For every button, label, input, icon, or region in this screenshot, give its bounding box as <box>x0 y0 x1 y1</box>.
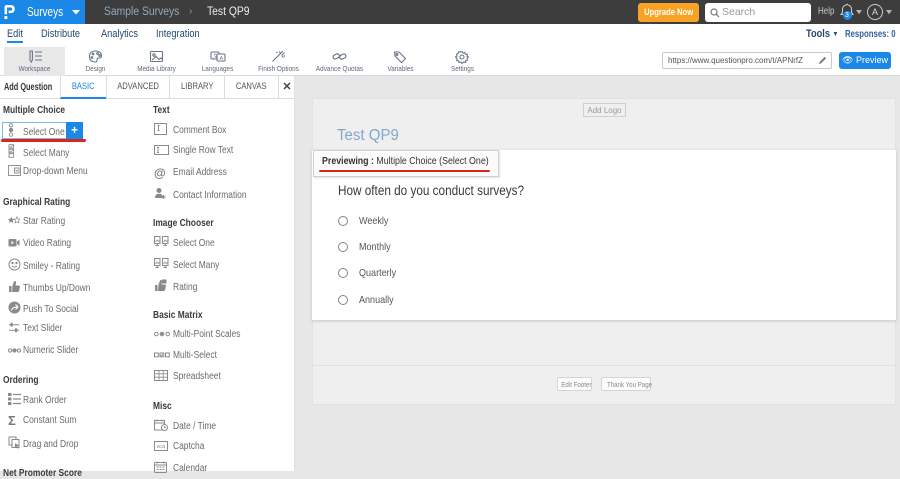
svg-text:vca: vca <box>157 444 166 450</box>
svg-text:A: A <box>219 56 223 62</box>
svg-text:文: 文 <box>213 52 219 60</box>
